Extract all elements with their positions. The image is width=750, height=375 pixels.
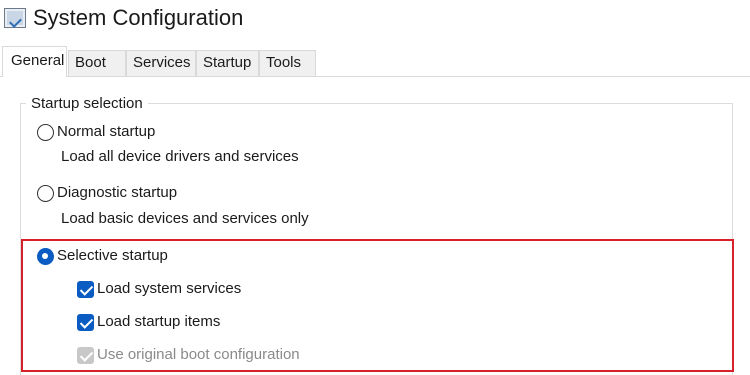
selective-startup-radio[interactable] bbox=[37, 248, 54, 265]
diagnostic-startup-label[interactable]: Diagnostic startup bbox=[57, 184, 177, 202]
startup-selection-label: Startup selection bbox=[26, 95, 148, 113]
use-original-boot-checkbox bbox=[77, 347, 94, 364]
startup-selection-group bbox=[20, 103, 733, 375]
load-startup-items-label[interactable]: Load startup items bbox=[97, 313, 220, 331]
tab-general-label: General bbox=[11, 52, 65, 69]
tab-startup-label: Startup bbox=[203, 54, 252, 71]
msconfig-icon bbox=[4, 8, 26, 28]
normal-startup-label[interactable]: Normal startup bbox=[57, 123, 155, 141]
diagnostic-startup-description: Load basic devices and services only bbox=[61, 210, 309, 227]
tab-services[interactable]: Services bbox=[126, 50, 196, 76]
normal-startup-description: Load all device drivers and services bbox=[61, 148, 299, 165]
load-system-services-checkbox[interactable] bbox=[77, 281, 94, 298]
load-system-services-label[interactable]: Load system services bbox=[97, 280, 241, 298]
tab-startup[interactable]: Startup bbox=[196, 50, 259, 76]
tab-tools-label: Tools bbox=[266, 54, 302, 71]
tab-services-label: Services bbox=[133, 54, 191, 71]
normal-startup-radio[interactable] bbox=[37, 124, 54, 141]
tab-boot-label: Boot bbox=[75, 54, 106, 71]
tab-boot[interactable]: Boot bbox=[68, 50, 126, 76]
title-bar: System Configuration bbox=[0, 0, 750, 40]
diagnostic-startup-radio[interactable] bbox=[37, 185, 54, 202]
tab-general[interactable]: General bbox=[2, 46, 67, 77]
use-original-boot-label: Use original boot configuration bbox=[97, 346, 300, 363]
window-title: System Configuration bbox=[33, 5, 244, 30]
load-startup-items-checkbox[interactable] bbox=[77, 314, 94, 331]
tab-tools[interactable]: Tools bbox=[259, 50, 316, 76]
selective-startup-label[interactable]: Selective startup bbox=[57, 247, 168, 265]
